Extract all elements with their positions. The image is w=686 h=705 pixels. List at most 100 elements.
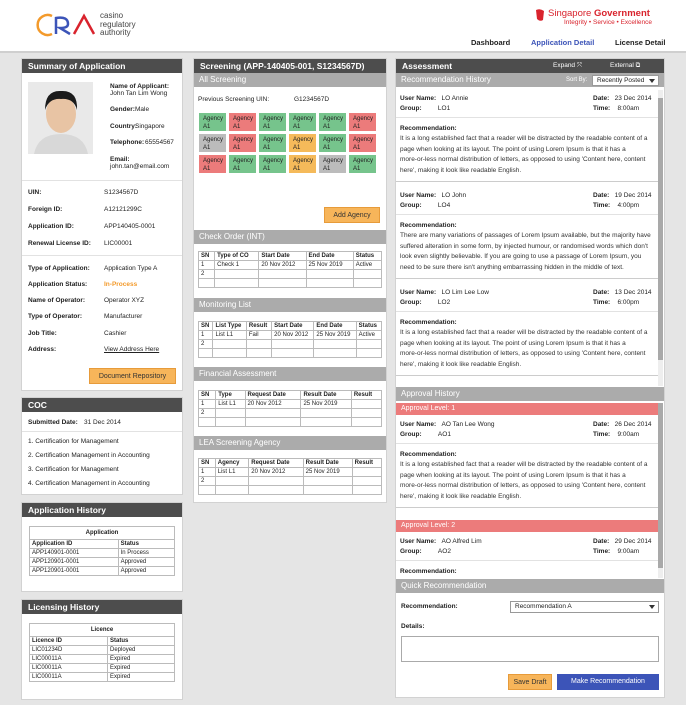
coc-item: 3. Certification for Management: [28, 466, 119, 473]
coc-item: 2. Certification Management in Accountin…: [28, 452, 150, 459]
top-bar: casino regulatory authority Singapore Gove…: [0, 0, 686, 53]
table-row: 1 List L1 Fail 20 Nov 2012 25 Nov 2019 Active: [197, 330, 383, 340]
entry-user: User Name: AO Tan Lee Wong: [400, 421, 495, 428]
table-row: LIC01234D Deployed: [28, 645, 175, 655]
operator-type-label: Type of Operator:: [28, 313, 83, 320]
renewal-value: LIC00001: [104, 240, 133, 247]
logo-text: casino regulatory authority: [100, 11, 136, 37]
all-screening-header: All Screening: [194, 73, 386, 87]
monitoring-list-header: Monitoring List: [194, 298, 386, 312]
agency-tile[interactable]: Agency A1: [318, 154, 347, 174]
agency-tile[interactable]: Agency A1: [198, 112, 227, 132]
country-value: Singapore: [135, 123, 165, 130]
application-id-value: APP140405-0001: [104, 223, 156, 230]
licensing-history-panel: Licensing History Licence Licence ID Stat…: [22, 600, 182, 699]
agency-tile[interactable]: Agency A1: [198, 154, 227, 174]
make-recommendation-button[interactable]: Make Recommendation: [557, 674, 659, 690]
view-address-link[interactable]: View Address Here: [104, 346, 159, 353]
operator-label: Name of Operator:: [28, 297, 86, 304]
submitted-label: Submitted Date:: [28, 419, 78, 426]
foreign-id-value: A12121299C: [104, 206, 142, 213]
coc-title: COC: [22, 398, 182, 412]
expand-button[interactable]: Expand ⤧: [553, 59, 582, 73]
recommendation-select[interactable]: Recommendation A: [510, 601, 659, 613]
agency-tile[interactable]: Agency A1: [228, 112, 257, 132]
agency-tile[interactable]: Agency A1: [228, 154, 257, 174]
assessment-title: Assessment: [402, 61, 453, 71]
entry-time: Time: 9:00am: [593, 431, 640, 438]
entry-time: Time: 6:00pm: [593, 299, 640, 306]
coc-item: 4. Certification Management in Accountin…: [28, 480, 150, 487]
address-label: Address:: [28, 346, 57, 353]
screening-title: Screening (APP-140405-001, S1234567D): [194, 59, 386, 73]
agency-tile[interactable]: Agency A1: [198, 133, 227, 153]
table-row: 1 Check 1 20 Nov 2012 25 Nov 2019 Active: [197, 260, 383, 270]
screening-panel: Screening (APP-140405-001, S1234567D) Al…: [194, 59, 386, 502]
financial-assessment-table: SN Type Request Date Result Date Result 1 Lis…: [197, 390, 383, 427]
entry-group: Group: LO2: [400, 299, 451, 306]
agency-tile[interactable]: Agency A1: [318, 112, 347, 132]
application-history-table: Application Application ID Status APP1409…: [29, 526, 176, 576]
approval-scrollbar[interactable]: [658, 403, 663, 578]
entry-group: Group: AO1: [400, 431, 451, 438]
agency-tile[interactable]: Agency A1: [288, 133, 317, 153]
assessment-header: Assessment Expand ⤧ External ⧉: [396, 59, 664, 73]
entry-group: Group: LO1: [400, 105, 451, 112]
coc-item: 1. Certification for Management: [28, 438, 119, 445]
add-agency-button[interactable]: Add Agency: [324, 207, 380, 223]
previous-uin-value: G1234567D: [294, 96, 330, 103]
application-history-title: Application History: [22, 503, 182, 517]
sort-label: Sort By:: [566, 77, 588, 83]
table-row: 2: [197, 339, 383, 349]
app-status-label: Application Status:: [28, 281, 88, 288]
recommendation-history-header: Recommendation History Sort By: Recently…: [396, 73, 664, 87]
external-link-icon: ⧉: [635, 62, 641, 69]
agency-tile[interactable]: Agency A1: [258, 154, 287, 174]
agency-tile[interactable]: Agency A1: [288, 112, 317, 132]
table-row: APP120901-0001 Approved: [29, 557, 176, 567]
renewal-label: Renewal License ID:: [28, 240, 91, 247]
table-row: 2: [198, 476, 383, 486]
entry-text: It is a long established fact that a rea…: [400, 461, 648, 500]
monitoring-list-table: SN List Type Result Start Date End Date Statu…: [197, 321, 383, 358]
agency-tile[interactable]: Agency A1: [258, 112, 287, 132]
approval-level-bar: Approval Level: 1: [396, 403, 658, 415]
entry-rec-label: Recommendation:: [400, 125, 457, 132]
nav-application-detail[interactable]: Application Detail: [531, 38, 594, 47]
entry-text: There are many variations of passages of…: [400, 232, 651, 271]
table-row: 1 List L1 20 Nov 2012 25 Nov 2019: [197, 399, 383, 409]
table-row: LIC00011A Expired: [28, 663, 175, 673]
document-repository-button[interactable]: Document Repository: [89, 368, 176, 384]
save-draft-button[interactable]: Save Draft: [508, 674, 552, 690]
email-label: Email:: [110, 156, 130, 163]
sort-select[interactable]: Recently Posted: [592, 75, 659, 86]
app-type-value: Application Type A: [104, 265, 158, 272]
agency-tile[interactable]: Agency A1: [318, 133, 347, 153]
rec-scrollbar[interactable]: [658, 90, 663, 386]
approval-list: Approval Level: 1 User Name: AO Tan Lee W…: [396, 403, 658, 578]
sg-gov-logo: Singapore Government Integrity • Service…: [536, 8, 652, 26]
agency-tile[interactable]: Agency A1: [228, 133, 257, 153]
entry-date: Date: 13 Dec 2014: [593, 289, 652, 296]
table-row: LIC00011A Expired: [28, 654, 175, 664]
previous-uin-label: Previous Screening UIN:: [198, 96, 270, 103]
agency-tile[interactable]: Agency A1: [348, 112, 377, 132]
application-history-panel: Application History Application Applicat…: [22, 503, 182, 591]
agency-tile[interactable]: Agency A1: [348, 154, 377, 174]
details-textarea[interactable]: [401, 636, 659, 662]
external-button[interactable]: External ⧉: [610, 59, 640, 73]
email-value: john.tan@email.com: [110, 163, 170, 170]
lea-screening-table: SN Agency Request Date Result Date Result 1L…: [198, 458, 383, 495]
nav-dashboard[interactable]: Dashboard: [471, 38, 510, 47]
telephone-value: 65554567: [145, 139, 174, 146]
entry-time: Time: 8:00am: [593, 105, 640, 112]
agency-tile[interactable]: Agency A1: [348, 133, 377, 153]
entry-date: Date: 29 Dec 2014: [593, 538, 652, 545]
check-order-header: Check Order (INT): [194, 230, 386, 244]
nav-license-detail[interactable]: License Detail: [615, 38, 665, 47]
agency-tile[interactable]: Agency A1: [288, 154, 317, 174]
chevron-down-icon: [649, 605, 655, 609]
entry-user: User Name: LO Lim Lee Low: [400, 289, 489, 296]
quick-recommendation-header: Quick Recommendation: [396, 579, 664, 593]
agency-tile[interactable]: Agency A1: [258, 133, 287, 153]
